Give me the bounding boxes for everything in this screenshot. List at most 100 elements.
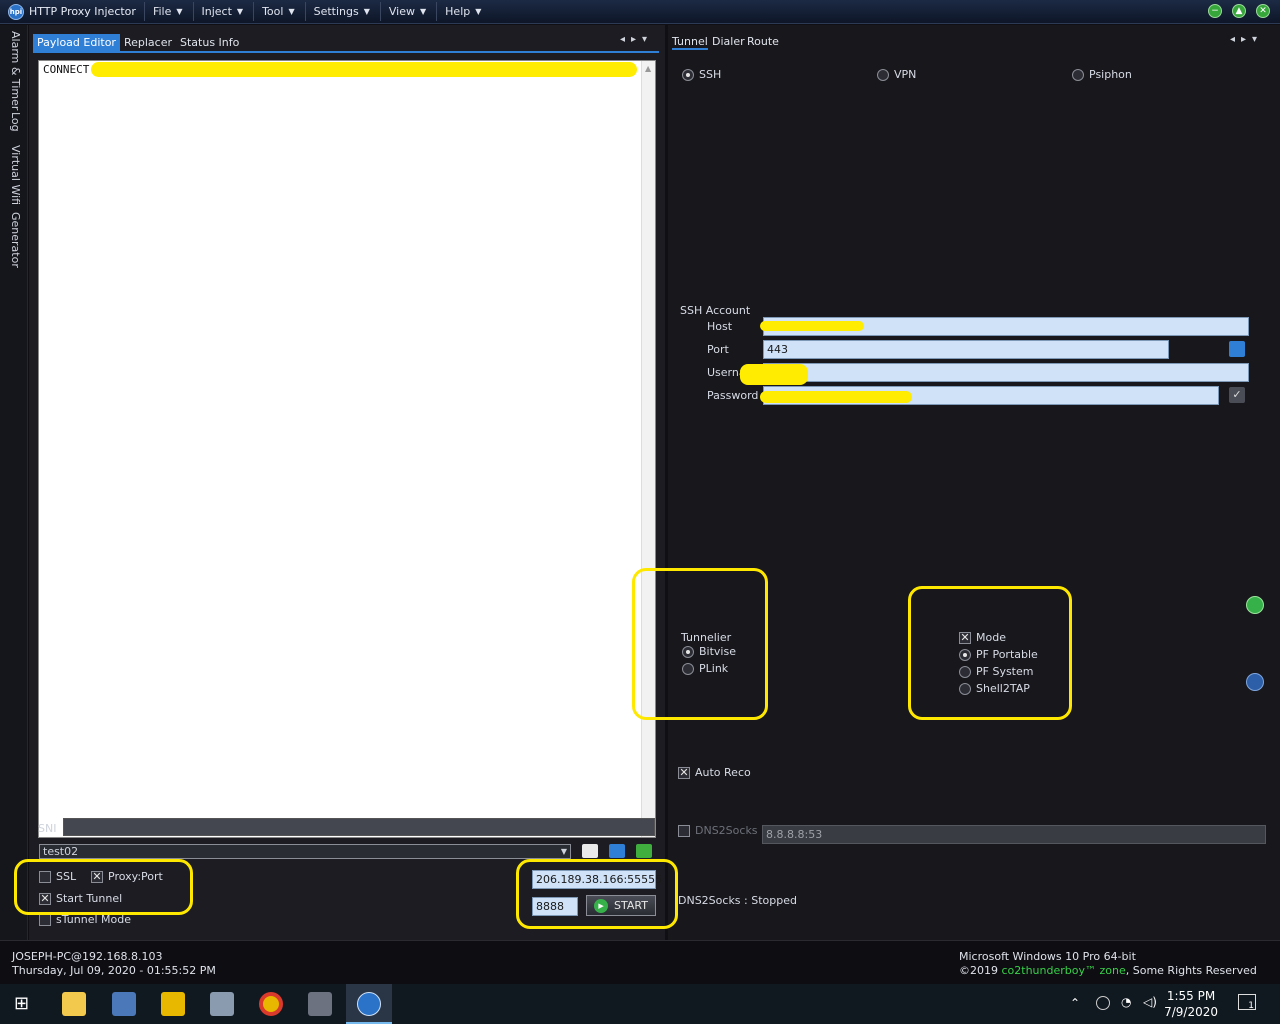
wifi-icon[interactable]: ◔ <box>1121 995 1131 1009</box>
minimize-icon[interactable]: − <box>1208 4 1222 18</box>
vtab-log[interactable]: Log <box>9 112 22 132</box>
password-label: Password <box>707 389 759 402</box>
play-icon[interactable] <box>1246 596 1264 614</box>
radio-indicator <box>682 68 694 81</box>
tab-route[interactable]: Route <box>747 35 779 48</box>
taskbar: ⊞ ⌃ ◔ ◁) 1:55 PM 7/9/2020 1 <box>0 984 1280 1024</box>
menu-tool[interactable]: Tool ▼ <box>253 2 303 21</box>
chevron-down-icon: ▼ <box>288 7 295 16</box>
http-proxy-injector-icon[interactable] <box>357 992 381 1016</box>
menu-help[interactable]: Help ▼ <box>436 2 489 21</box>
menu-file-label: File <box>152 5 172 18</box>
host-info: JOSEPH-PC@192.168.8.103 <box>12 950 163 963</box>
save-icon[interactable] <box>1229 341 1245 357</box>
clock-time: 1:55 PM <box>1166 989 1216 1003</box>
redaction-mark <box>740 364 808 385</box>
editor-scrollbar[interactable]: ▲ ▼ <box>641 61 655 837</box>
tray-app-icon[interactable] <box>1096 996 1110 1010</box>
close-icon[interactable]: ✕ <box>1256 4 1270 18</box>
delete-icon[interactable] <box>636 844 652 858</box>
tab-replacer[interactable]: Replacer <box>120 34 176 51</box>
datetime-info: Thursday, Jul 09, 2020 - 01:55:52 PM <box>12 964 216 977</box>
chevron-down-icon: ▼ <box>420 7 427 16</box>
os-info: Microsoft Windows 10 Pro 64-bit <box>959 950 1136 963</box>
windows-start-icon[interactable]: ⊞ <box>14 994 34 1014</box>
maximize-icon[interactable]: ▲ <box>1232 4 1246 18</box>
dns2socks-input[interactable]: 8.8.8.8:53 <box>762 825 1266 844</box>
left-tabs: Payload Editor Replacer Status Info <box>33 33 243 51</box>
username-input[interactable] <box>763 363 1249 382</box>
mode-vpn-radio[interactable]: VPN <box>877 68 916 81</box>
check-icon[interactable]: ✓ <box>1229 387 1245 403</box>
refresh-icon[interactable] <box>1246 673 1264 691</box>
ssh-account-label: SSH Account <box>680 304 751 317</box>
menu-help-label: Help <box>445 5 471 18</box>
rights-text: , Some Rights Reserved <box>1125 964 1257 977</box>
file-explorer-icon[interactable] <box>62 992 86 1016</box>
notepad-icon[interactable] <box>210 992 234 1016</box>
port-input[interactable]: 443 <box>763 340 1169 359</box>
dns2socks-checkbox[interactable]: DNS2Socks <box>678 824 758 837</box>
vtab-virtual-wifi[interactable]: Virtual Wifi <box>9 145 22 205</box>
sni-label: SNI <box>38 822 57 835</box>
notification-icon[interactable]: 1 <box>1238 994 1256 1011</box>
vtab-alarm-timer[interactable]: Alarm & Timer <box>9 31 22 110</box>
tab-payload-editor[interactable]: Payload Editor <box>33 33 120 51</box>
tab-scroll-arrows[interactable]: ◂▸▾ <box>1230 34 1263 45</box>
profile-select[interactable]: test02 ▼ <box>39 844 571 859</box>
app-s-icon[interactable] <box>161 992 185 1016</box>
tab-tunnel[interactable]: Tunnel <box>672 35 708 50</box>
chevron-up-icon[interactable]: ⌃ <box>1070 996 1080 1010</box>
app-title: HTTP Proxy Injector <box>29 5 136 18</box>
chevron-down-icon: ▼ <box>475 7 482 16</box>
chevron-down-icon: ▼ <box>560 847 567 856</box>
mode-psiphon-label: Psiphon <box>1089 68 1132 81</box>
chevron-down-icon: ▼ <box>236 7 244 16</box>
tab-dialer[interactable]: Dialer <box>712 35 745 48</box>
title-bar: hpi HTTP Proxy Injector File ▼ Inject ▼ To… <box>0 0 1280 24</box>
menu-settings-label: Settings <box>313 5 359 18</box>
profile-select-value: test02 <box>43 845 79 858</box>
new-file-icon[interactable] <box>582 844 598 858</box>
highlight-oval <box>14 859 193 915</box>
highlight-oval <box>908 586 1072 720</box>
redaction-mark <box>760 321 864 331</box>
vtab-generator[interactable]: Generator <box>9 212 22 268</box>
tab-status-info[interactable]: Status Info <box>176 34 243 51</box>
menu-view[interactable]: View ▼ <box>379 2 434 21</box>
menu-settings[interactable]: Settings ▼ <box>304 2 378 21</box>
volume-icon[interactable]: ◁) <box>1143 995 1157 1009</box>
left-panel: Payload Editor Replacer Status Info ◂▸▾ … <box>29 25 665 940</box>
scroll-up-icon[interactable]: ▲ <box>645 64 651 73</box>
clock-date: 7/9/2020 <box>1164 1005 1218 1019</box>
network-app-icon[interactable] <box>112 992 136 1016</box>
tab-scroll-arrows[interactable]: ◂▸▾ <box>620 34 653 45</box>
zone-link[interactable]: co2thunderboy™ zone <box>1002 964 1126 977</box>
taskbar-clock[interactable]: 1:55 PM 7/9/2020 <box>1164 988 1218 1020</box>
host-label: Host <box>707 320 733 333</box>
auto-reco-checkbox[interactable]: ✕ Auto Reco <box>678 766 751 779</box>
status-bar: JOSEPH-PC@192.168.8.103 Thursday, Jul 09… <box>0 940 1280 984</box>
right-panel: Tunnel Dialer Route ◂▸▾ SSH VPN Psiphon … <box>668 25 1280 940</box>
mode-ssh-label: SSH <box>699 68 722 81</box>
mode-psiphon-radio[interactable]: Psiphon <box>1072 68 1132 81</box>
menu-inject[interactable]: Inject ▼ <box>192 2 252 21</box>
sni-input[interactable] <box>63 818 655 836</box>
menu-file[interactable]: File ▼ <box>143 2 191 21</box>
redaction-mark <box>91 62 637 77</box>
save-icon[interactable] <box>609 844 625 858</box>
app-grid-icon[interactable] <box>308 992 332 1016</box>
highlight-oval <box>632 568 768 720</box>
payload-editor[interactable]: CONNECT ▲ ▼ <box>38 60 656 838</box>
menu-tool-label: Tool <box>262 5 284 18</box>
checkbox-box <box>678 824 690 837</box>
copyright-prefix: ©2019 <box>959 964 998 977</box>
radio-indicator <box>1072 68 1084 81</box>
dns2socks-label: DNS2Socks <box>695 824 758 837</box>
radio-indicator <box>877 68 889 81</box>
highlight-oval <box>516 859 678 929</box>
auto-reco-label: Auto Reco <box>695 766 751 779</box>
redaction-mark <box>760 391 912 403</box>
mode-ssh-radio[interactable]: SSH <box>682 68 721 81</box>
chrome-icon[interactable] <box>259 992 283 1016</box>
